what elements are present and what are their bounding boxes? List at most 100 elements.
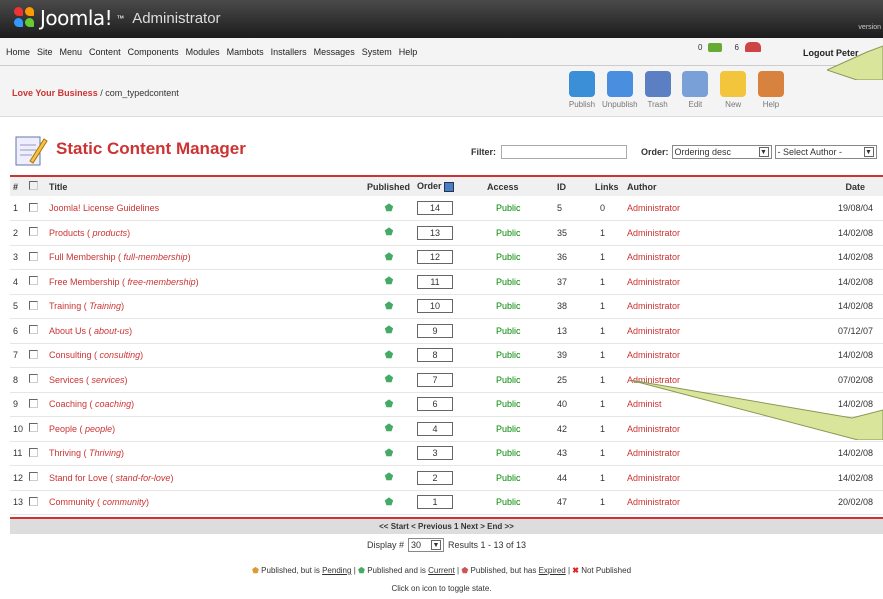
order-input[interactable]: 2 <box>417 470 454 485</box>
row-checkbox[interactable] <box>29 276 39 286</box>
display-select[interactable]: 30 ▼ <box>407 538 444 552</box>
new-button[interactable]: New <box>713 71 753 114</box>
order-input[interactable]: 6 <box>417 397 454 412</box>
publish-button[interactable]: Publish <box>562 71 602 114</box>
menu-item-site[interactable]: Site <box>37 47 53 57</box>
menu-item-menu[interactable]: Menu <box>60 47 83 57</box>
row-author[interactable]: Administrator <box>624 220 765 246</box>
legend-pending-link[interactable]: Pending <box>322 566 351 575</box>
menu-item-home[interactable]: Home <box>6 47 30 57</box>
row-access[interactable]: Public <box>484 318 555 344</box>
row-checkbox[interactable] <box>29 398 39 408</box>
published-icon[interactable]: ⬟ <box>385 301 394 312</box>
row-author[interactable]: Administrator <box>624 294 765 319</box>
author-select[interactable]: - Select Author - ▼ <box>774 145 877 159</box>
order-input[interactable]: 7 <box>417 372 454 387</box>
menu-item-help[interactable]: Help <box>399 47 418 57</box>
legend-expired-link[interactable]: Expired <box>539 566 566 575</box>
row-access[interactable]: Public <box>484 441 555 466</box>
row-author[interactable]: Administrator <box>624 196 765 221</box>
row-author[interactable]: Administrator <box>624 441 765 466</box>
order-input[interactable]: 3 <box>417 446 454 461</box>
published-icon[interactable]: ⬟ <box>385 448 394 459</box>
row-checkbox[interactable] <box>29 447 39 457</box>
row-checkbox[interactable] <box>29 496 39 506</box>
order-input[interactable]: 9 <box>417 323 454 338</box>
menu-item-components[interactable]: Components <box>128 47 179 57</box>
row-title-link[interactable]: Community ( community) <box>49 497 149 507</box>
unpublish-button[interactable]: Unpublish <box>600 71 640 114</box>
published-icon[interactable]: ⬟ <box>385 497 394 508</box>
row-access[interactable]: Public <box>484 245 555 270</box>
row-author[interactable]: Administrator <box>624 490 765 515</box>
published-icon[interactable]: ⬟ <box>385 252 394 263</box>
order-input[interactable]: 8 <box>417 348 454 363</box>
row-title-link[interactable]: About Us ( about-us) <box>49 326 132 336</box>
help-button[interactable]: Help <box>751 71 791 114</box>
row-access[interactable]: Public <box>484 465 555 491</box>
save-order-icon[interactable] <box>444 181 455 192</box>
row-author[interactable]: Administrator <box>624 343 765 368</box>
menu-item-mambots[interactable]: Mambots <box>227 47 264 57</box>
row-title-link[interactable]: Coaching ( coaching) <box>49 399 134 409</box>
menu-item-modules[interactable]: Modules <box>186 47 220 57</box>
row-checkbox[interactable] <box>29 349 39 359</box>
edit-button[interactable]: Edit <box>675 71 715 114</box>
row-access[interactable]: Public <box>484 416 555 442</box>
menu-item-installers[interactable]: Installers <box>271 47 307 57</box>
row-title-link[interactable]: Full Membership ( full-membership) <box>49 252 191 262</box>
pagination[interactable]: << Start < Previous 1 Next > End >> <box>10 517 883 534</box>
published-icon[interactable]: ⬟ <box>385 423 394 434</box>
mail-icon[interactable] <box>708 42 723 52</box>
breadcrumb-site[interactable]: Love Your Business <box>12 88 98 98</box>
row-author[interactable]: Administrator <box>624 465 765 491</box>
select-all-checkbox[interactable] <box>29 181 39 190</box>
row-access[interactable]: Public <box>484 343 555 368</box>
menu-item-content[interactable]: Content <box>89 47 121 57</box>
row-checkbox[interactable] <box>29 472 39 482</box>
row-access[interactable]: Public <box>484 490 555 515</box>
order-input[interactable]: 12 <box>417 250 454 265</box>
row-access[interactable]: Public <box>484 392 555 417</box>
users-icon[interactable] <box>744 42 761 52</box>
trash-button[interactable]: Trash <box>638 71 678 114</box>
row-access[interactable]: Public <box>484 294 555 319</box>
published-icon[interactable]: ⬟ <box>385 227 394 238</box>
order-input[interactable]: 4 <box>417 421 454 436</box>
order-select[interactable]: Ordering desc ▼ <box>671 145 772 159</box>
row-title-link[interactable]: Training ( Training) <box>49 301 124 311</box>
published-icon[interactable]: ⬟ <box>385 350 394 361</box>
order-input[interactable]: 1 <box>417 495 454 510</box>
row-author[interactable]: Administrator <box>624 318 765 344</box>
row-title-link[interactable]: Services ( services) <box>49 375 128 385</box>
row-title-link[interactable]: Consulting ( consulting) <box>49 350 143 360</box>
row-checkbox[interactable] <box>29 325 39 335</box>
menu-item-messages[interactable]: Messages <box>314 47 355 57</box>
row-checkbox[interactable] <box>29 251 39 261</box>
row-checkbox[interactable] <box>29 202 39 212</box>
joomla-logo[interactable]: Joomla! ™ Administrator <box>14 6 221 30</box>
published-icon[interactable]: ⬟ <box>385 399 394 410</box>
legend-current-link[interactable]: Current <box>428 566 455 575</box>
row-access[interactable]: Public <box>484 196 555 221</box>
row-author[interactable]: Administrator <box>624 245 765 270</box>
row-access[interactable]: Public <box>484 367 555 393</box>
filter-input[interactable] <box>501 145 628 159</box>
row-title-link[interactable]: Joomla! License Guidelines <box>49 203 159 213</box>
order-input[interactable]: 13 <box>417 225 454 240</box>
row-title-link[interactable]: Thriving ( Thriving) <box>49 448 124 458</box>
row-checkbox[interactable] <box>29 300 39 310</box>
row-title-link[interactable]: Free Membership ( free-membership) <box>49 277 199 287</box>
row-author[interactable]: Administrator <box>624 269 765 295</box>
row-checkbox[interactable] <box>29 227 39 237</box>
row-access[interactable]: Public <box>484 220 555 246</box>
row-title-link[interactable]: People ( people) <box>49 424 115 434</box>
published-icon[interactable]: ⬟ <box>385 374 394 385</box>
order-input[interactable]: 10 <box>417 299 454 314</box>
order-input[interactable]: 14 <box>417 201 454 215</box>
published-icon[interactable]: ⬟ <box>385 472 394 483</box>
order-input[interactable]: 11 <box>417 274 454 289</box>
published-icon[interactable]: ⬟ <box>385 203 394 214</box>
row-access[interactable]: Public <box>484 269 555 295</box>
menu-item-system[interactable]: System <box>362 47 392 57</box>
